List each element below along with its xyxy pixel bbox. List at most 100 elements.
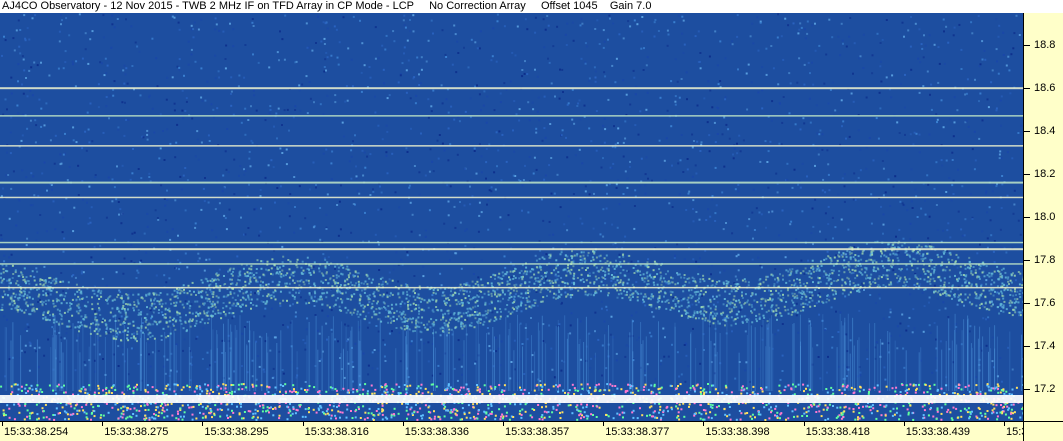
noise-speckle xyxy=(629,103,632,106)
noise-speckle xyxy=(781,370,784,372)
burst-speckle xyxy=(325,296,328,299)
noise-speckle xyxy=(879,60,882,63)
noise-speckle xyxy=(584,42,587,45)
noise-speckle xyxy=(91,261,94,263)
burst-speckle xyxy=(735,300,738,303)
burst-speckle xyxy=(270,267,273,270)
burst-speckle xyxy=(760,298,763,301)
burst-speckle xyxy=(359,313,362,316)
burst-speckle xyxy=(931,267,934,270)
burst-speckle xyxy=(242,267,245,270)
vertical-streak xyxy=(631,320,633,391)
noise-speckle xyxy=(901,313,904,316)
noise-speckle xyxy=(692,258,695,261)
spectrogram-canvas[interactable] xyxy=(0,13,1023,421)
noise-speckle xyxy=(192,36,195,39)
noise-speckle xyxy=(82,271,85,274)
noise-speckle xyxy=(306,46,309,49)
burst-speckle xyxy=(785,300,788,303)
noise-speckle xyxy=(110,46,113,49)
noise-speckle xyxy=(633,76,636,79)
noise-speckle xyxy=(106,64,109,67)
burst-speckle xyxy=(146,313,149,316)
burst-speckle xyxy=(796,278,799,280)
burst-speckle xyxy=(901,244,904,247)
noise-speckle xyxy=(192,28,195,31)
noise-speckle xyxy=(790,220,793,223)
burst-speckle xyxy=(237,294,239,297)
noise-speckle xyxy=(125,18,127,21)
noise-speckle xyxy=(197,252,200,255)
noise-speckle xyxy=(882,194,885,197)
spectrogram-plot[interactable] xyxy=(0,13,1023,421)
noise-speckle xyxy=(372,188,374,191)
burst-speckle xyxy=(717,289,720,292)
noise-speckle xyxy=(163,274,166,277)
burst-speckle xyxy=(619,279,622,282)
noise-speckle xyxy=(493,109,496,112)
burst-speckle xyxy=(958,294,961,297)
burst-speckle xyxy=(282,274,285,277)
noise-speckle xyxy=(97,106,100,109)
burst-speckle xyxy=(477,304,479,307)
noise-speckle xyxy=(141,322,144,324)
burst-speckle xyxy=(69,307,72,310)
noise-speckle xyxy=(663,159,666,162)
vertical-streak xyxy=(443,327,445,391)
noise-speckle xyxy=(830,306,833,309)
noise-speckle xyxy=(589,179,592,182)
vertical-streak xyxy=(578,344,580,391)
noise-speckle xyxy=(205,258,208,261)
noise-speckle xyxy=(82,198,84,201)
noise-speckle xyxy=(550,82,553,85)
noise-speckle xyxy=(137,168,140,170)
burst-speckle xyxy=(804,267,807,270)
noise-speckle xyxy=(681,15,684,18)
noise-speckle xyxy=(360,71,363,74)
noise-speckle xyxy=(166,128,169,131)
noise-speckle xyxy=(419,82,422,85)
burst-speckle xyxy=(474,301,477,304)
noise-speckle xyxy=(862,67,865,69)
burst-speckle xyxy=(351,295,353,298)
noise-speckle xyxy=(217,70,220,73)
burst-speckle xyxy=(159,320,162,323)
burst-speckle xyxy=(639,270,641,273)
noise-speckle xyxy=(350,155,353,158)
noise-speckle xyxy=(721,191,724,194)
noise-speckle xyxy=(884,191,887,194)
noise-speckle xyxy=(160,184,163,187)
burst-speckle xyxy=(702,278,705,281)
noise-speckle xyxy=(880,205,882,208)
vertical-streak xyxy=(321,325,323,391)
noise-speckle xyxy=(409,19,411,21)
noise-speckle xyxy=(1019,233,1022,236)
burst-speckle xyxy=(604,274,606,277)
burst-speckle xyxy=(44,292,47,295)
noise-speckle xyxy=(573,122,576,125)
noise-speckle xyxy=(918,28,921,31)
burst-speckle xyxy=(44,303,47,306)
burst-speckle xyxy=(571,250,573,253)
noise-speckle xyxy=(102,14,105,17)
noise-speckle xyxy=(802,117,805,120)
vertical-streak xyxy=(140,338,141,391)
noise-speckle xyxy=(146,212,149,215)
noise-speckle xyxy=(342,16,345,19)
noise-speckle xyxy=(569,332,572,335)
vertical-streak xyxy=(537,322,539,391)
noise-speckle xyxy=(643,47,645,50)
burst-speckle xyxy=(306,256,309,259)
burst-speckle xyxy=(652,277,655,280)
noise-speckle xyxy=(151,351,154,354)
noise-speckle xyxy=(699,52,702,54)
noise-speckle xyxy=(803,28,806,31)
noise-speckle xyxy=(644,192,647,195)
noise-speckle xyxy=(682,51,685,54)
noise-speckle xyxy=(248,183,250,186)
burst-speckle xyxy=(578,269,581,272)
vertical-streak xyxy=(53,327,55,391)
noise-speckle xyxy=(449,259,451,262)
noise-speckle xyxy=(82,300,85,303)
noise-speckle xyxy=(301,83,304,86)
